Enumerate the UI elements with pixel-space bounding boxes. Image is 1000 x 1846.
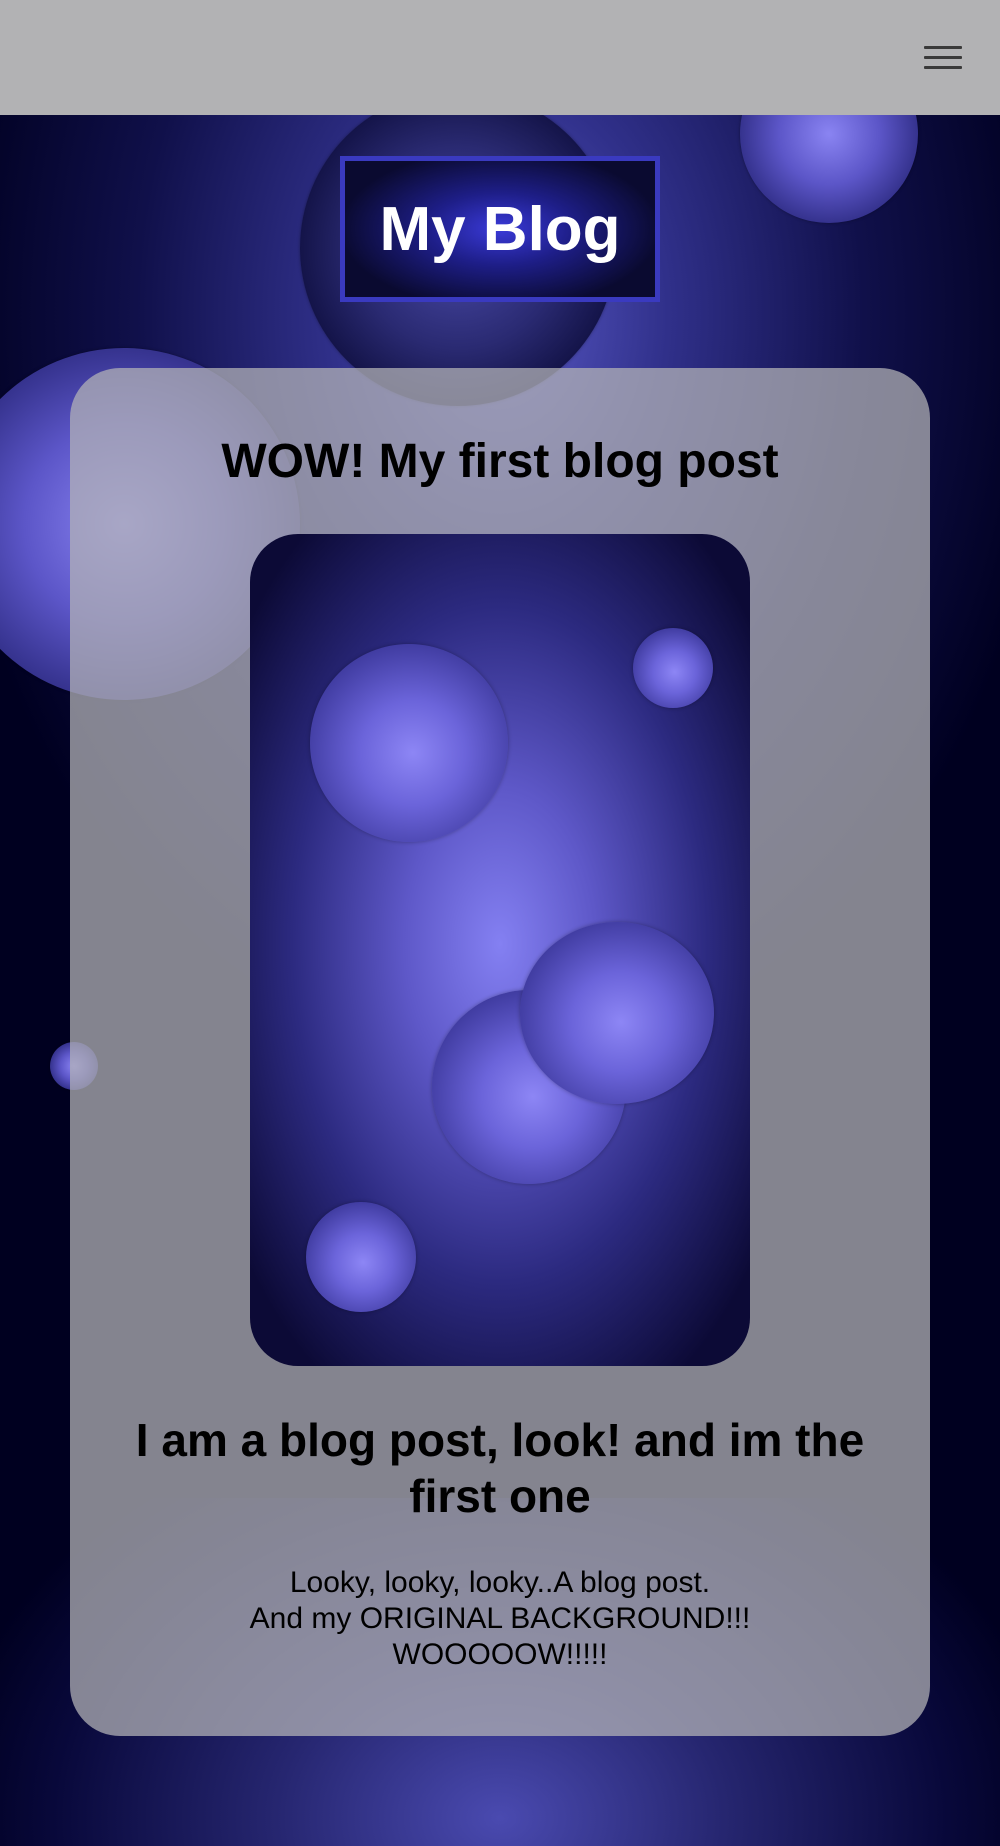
image-bubble xyxy=(306,1202,416,1312)
image-bubble xyxy=(520,922,714,1104)
post-heading: I am a blog post, look! and im the first… xyxy=(135,1414,865,1522)
blog-title: My Blog xyxy=(379,194,621,264)
post-body-line: WOOOOOW!!!!! xyxy=(392,1638,608,1671)
post-body-line: And my ORIGINAL BACKGROUND!!! xyxy=(249,1602,751,1635)
hamburger-menu-icon[interactable] xyxy=(924,44,962,72)
blog-logo[interactable]: My Blog xyxy=(340,156,660,302)
image-bubble xyxy=(633,628,713,708)
post-body-line: Looky, looky, looky..A blog post. xyxy=(289,1566,711,1599)
top-navigation-bar xyxy=(0,0,1000,115)
post-image xyxy=(250,534,750,1366)
post-title: WOW! My first blog post xyxy=(221,435,779,488)
post-body: Looky, looky, looky..A blog post. And my… xyxy=(150,1565,850,1673)
image-bubble xyxy=(310,644,508,842)
